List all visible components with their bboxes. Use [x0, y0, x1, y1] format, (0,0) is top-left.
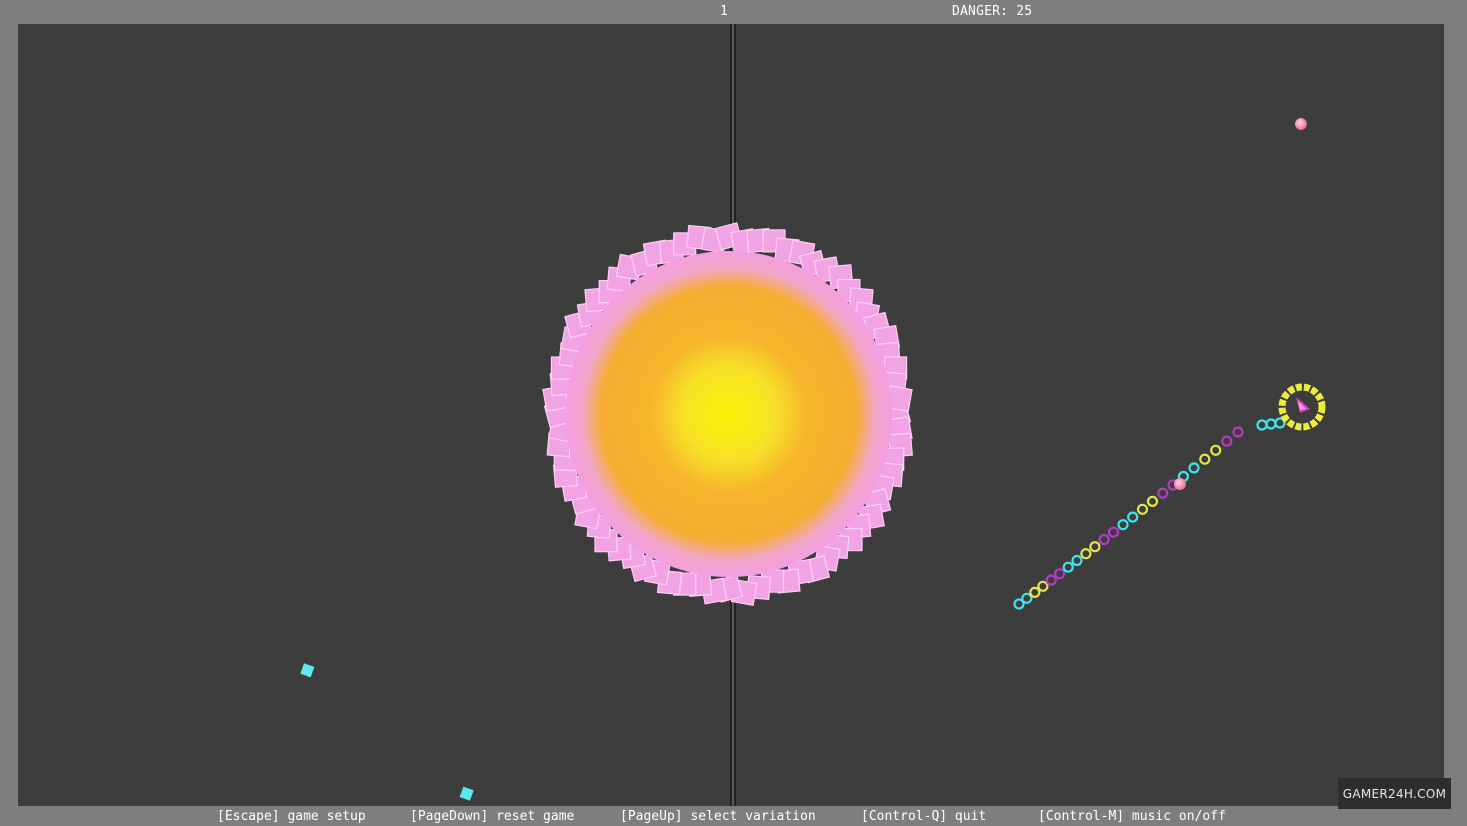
- snake-segment-icon: [1071, 554, 1083, 567]
- help-pagedown: [PageDown] reset game: [410, 809, 575, 824]
- snake-segment-icon: [1080, 548, 1092, 560]
- play-field[interactable]: [18, 24, 1444, 806]
- snake-segment-icon: [1098, 533, 1110, 546]
- help-bar: [Escape] game setup [PageDown] reset gam…: [0, 809, 1467, 826]
- snake-segment-icon: [1221, 435, 1233, 447]
- help-pageup: [PageUp] select variation: [620, 809, 816, 824]
- orb-icon: [1295, 118, 1307, 130]
- snake-segment-icon: [1062, 561, 1074, 573]
- snake-trail: [1013, 417, 1286, 610]
- snake-segment-icon: [1037, 580, 1049, 592]
- snake-segment-icon: [1157, 487, 1169, 499]
- snake-segment-icon: [1199, 453, 1211, 465]
- snake-segment-icon: [1188, 462, 1200, 474]
- snake-segment-icon: [1045, 574, 1057, 586]
- crystal-icon: [459, 786, 474, 801]
- help-quit: [Control-Q] quit: [861, 809, 987, 824]
- snake-segment-icon: [1256, 419, 1268, 431]
- crystal-icon: [300, 663, 315, 678]
- snake-segment-icon: [1127, 511, 1139, 523]
- snake-segment-icon: [1265, 418, 1277, 430]
- danger-counter: DANGER: 25: [952, 4, 1033, 19]
- snake-segment-icon: [1146, 495, 1159, 507]
- watermark: GAMER24H.COM: [1338, 778, 1451, 809]
- snake-segment-icon: [1136, 503, 1149, 515]
- snake-segment-icon: [1089, 541, 1101, 553]
- help-escape: [Escape] game setup: [217, 809, 366, 824]
- ship-icon[interactable]: [1278, 383, 1326, 431]
- snake-segment-icon: [1053, 568, 1066, 580]
- snake-segment-icon: [1232, 426, 1244, 438]
- snake-segment-icon: [1210, 444, 1222, 456]
- orb-icon: [1174, 478, 1186, 490]
- snake-segment-icon: [1029, 586, 1041, 599]
- help-music: [Control-M] music on/off: [1038, 809, 1226, 824]
- score-counter: 1: [720, 4, 729, 19]
- snake-segment-icon: [1107, 526, 1120, 538]
- sun-icon: [542, 222, 913, 606]
- snake-segment-icon: [1117, 519, 1129, 531]
- game-canvas: [300, 24, 1326, 806]
